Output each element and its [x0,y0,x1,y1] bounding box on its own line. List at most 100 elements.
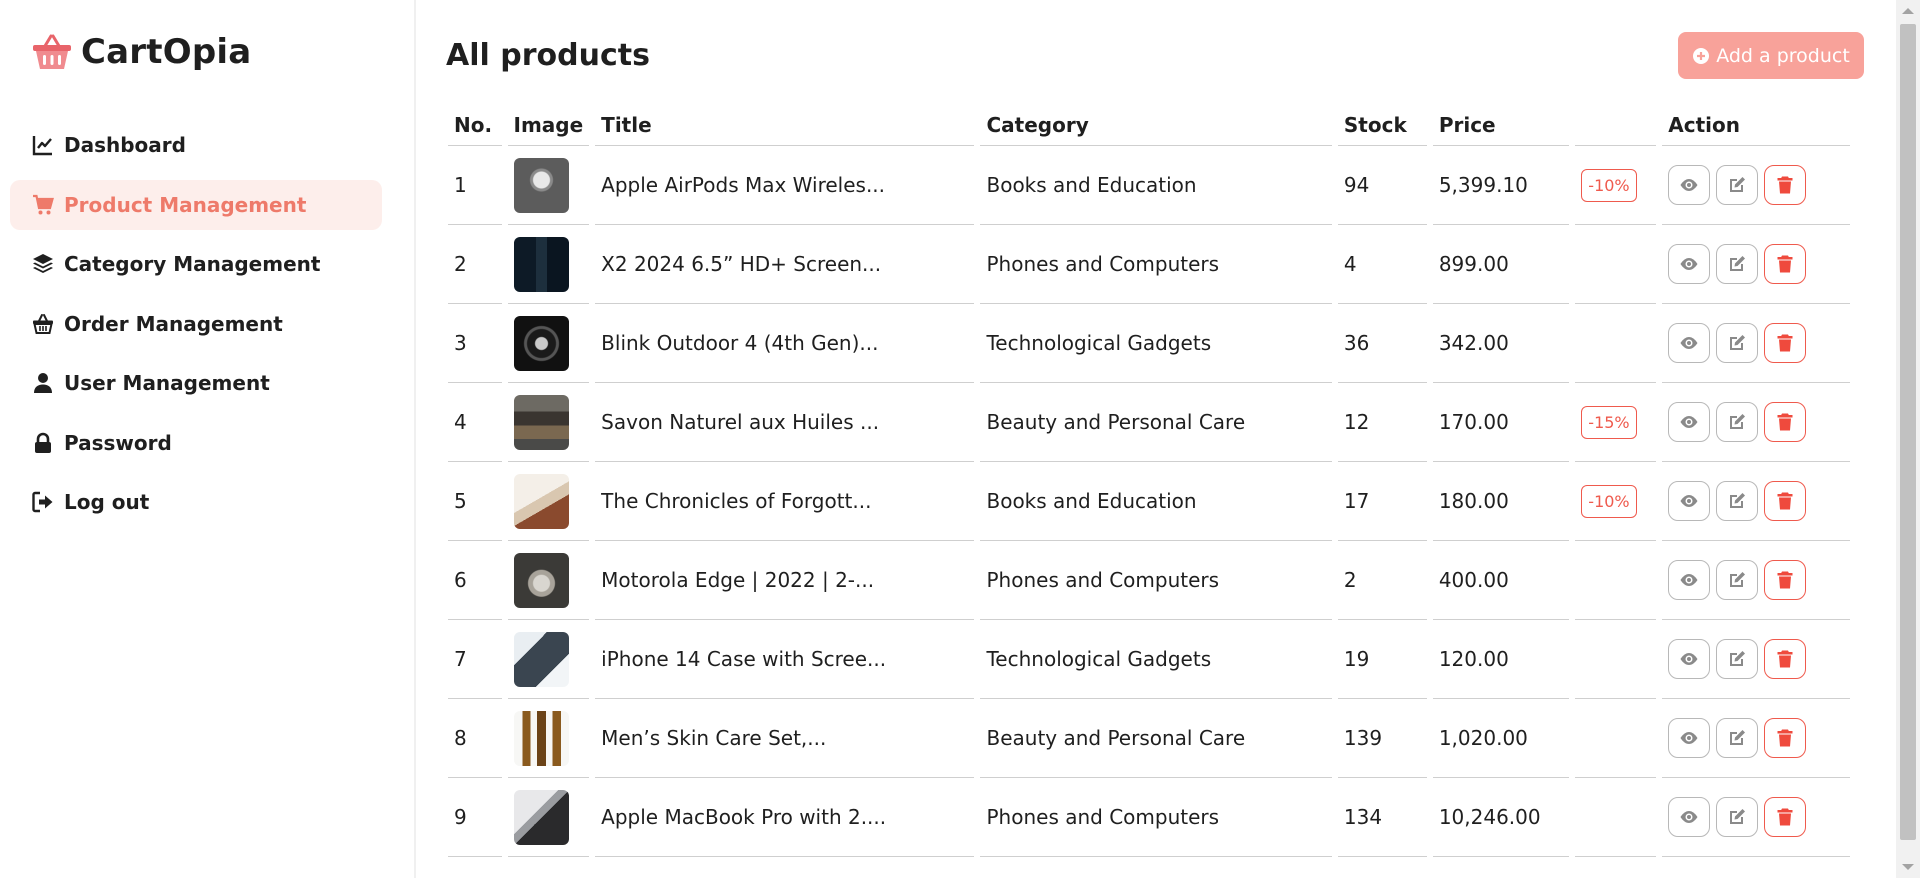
product-category: Phones and Computers [980,541,1332,620]
table-row: 5 The Chronicles of Forgott... Books and… [448,462,1850,541]
product-price: 5,399.10 [1432,146,1570,225]
edit-button[interactable] [1716,560,1759,600]
product-stock: 12 [1337,383,1427,462]
edit-icon [1727,254,1747,274]
product-actions [1662,383,1850,462]
product-thumbnail [513,473,569,529]
scrollbar-thumb[interactable] [1900,24,1916,840]
edit-button[interactable] [1716,244,1759,284]
view-button[interactable] [1668,560,1711,600]
delete-button[interactable] [1764,639,1807,679]
sidebar-item-order-management[interactable]: Order Management [10,299,382,349]
product-title: X2 2024 6.5” HD+ Screen... [595,225,975,304]
product-stock: 36 [1337,304,1427,383]
trash-icon [1775,807,1795,827]
column-header-image: Image [507,105,590,146]
view-button[interactable] [1668,718,1711,758]
product-price: 180.00 [1432,462,1570,541]
product-stock: 19 [1337,620,1427,699]
table-row: 8 Men’s Skin Care Set,... Beauty and Per… [448,699,1850,778]
product-thumbnail [513,157,569,213]
vertical-scrollbar[interactable] [1896,0,1920,878]
column-header-title: Title [595,105,975,146]
view-button[interactable] [1668,481,1711,521]
trash-icon [1775,254,1795,274]
edit-button[interactable] [1716,481,1759,521]
page-title: All products [446,38,650,73]
product-thumbnail [513,394,569,450]
discount-badge: -10% [1581,484,1637,518]
edit-button[interactable] [1716,718,1759,758]
product-title: Blink Outdoor 4 (4th Gen)... [595,304,975,383]
discount-badge: -15% [1581,405,1637,439]
action-buttons [1668,718,1850,758]
view-button[interactable] [1668,639,1711,679]
sidebar-item-label: User Management [64,371,270,395]
product-stock: 17 [1337,462,1427,541]
edit-icon [1727,412,1747,432]
eye-icon [1679,728,1699,748]
product-title: Apple MacBook Pro with 2.... [595,778,975,857]
view-button[interactable] [1668,402,1711,442]
product-thumbnail [513,789,569,845]
product-price: 120.00 [1432,620,1570,699]
delete-button[interactable] [1764,797,1807,837]
edit-button[interactable] [1716,165,1759,205]
cart-icon [33,194,54,214]
logo[interactable]: CartOpia [31,32,251,72]
table-row: 7 iPhone 14 Case with Scree... Technolog… [448,620,1850,699]
column-header-action: Action [1662,105,1850,146]
table-header-row: No. Image Title Category Stock Price Act… [448,105,1850,146]
view-button[interactable] [1668,165,1711,205]
edit-button[interactable] [1716,797,1759,837]
add-product-button[interactable]: Add a product [1678,32,1864,79]
view-button[interactable] [1668,244,1711,284]
table-row: 2 X2 2024 6.5” HD+ Screen... Phones and … [448,225,1850,304]
edit-icon [1727,807,1747,827]
edit-button[interactable] [1716,639,1759,679]
product-actions [1662,620,1850,699]
product-discount [1575,778,1657,857]
product-actions [1662,778,1850,857]
edit-button[interactable] [1716,402,1759,442]
scroll-up-arrow-icon[interactable] [1902,8,1914,14]
delete-button[interactable] [1764,323,1807,363]
product-image-cell [507,304,590,383]
product-title: Men’s Skin Care Set,... [595,699,975,778]
delete-button[interactable] [1764,402,1807,442]
delete-button[interactable] [1764,560,1807,600]
sidebar-item-category-management[interactable]: Category Management [10,239,382,289]
trash-icon [1775,649,1795,669]
sidebar-item-user-management[interactable]: User Management [10,358,382,408]
basket-icon [33,313,53,334]
product-title: iPhone 14 Case with Scree... [595,620,975,699]
sidebar-item-label: Order Management [64,311,283,336]
delete-button[interactable] [1764,165,1807,205]
sidebar-item-log-out[interactable]: Log out [10,477,382,527]
product-actions [1662,304,1850,383]
product-price: 1,020.00 [1432,699,1570,778]
product-category: Beauty and Personal Care [980,383,1332,462]
row-number: 3 [448,304,502,383]
product-discount: -10% [1575,146,1657,225]
delete-button[interactable] [1764,244,1807,284]
delete-button[interactable] [1764,718,1807,758]
trash-icon [1775,412,1795,432]
trash-icon [1775,491,1795,511]
product-actions [1662,699,1850,778]
eye-icon [1679,649,1699,669]
product-discount [1575,620,1657,699]
main-content: All products Add a product No. Image Tit… [446,0,1864,878]
delete-button[interactable] [1764,481,1807,521]
product-image-cell [507,541,590,620]
product-price: 170.00 [1432,383,1570,462]
product-actions [1662,541,1850,620]
view-button[interactable] [1668,797,1711,837]
product-actions [1662,225,1850,304]
edit-button[interactable] [1716,323,1759,363]
sidebar-item-product-management[interactable]: Product Management [10,179,382,230]
sidebar-item-password[interactable]: Password [10,418,382,468]
view-button[interactable] [1668,323,1711,363]
sidebar-item-dashboard[interactable]: Dashboard [10,120,382,170]
scroll-down-arrow-icon[interactable] [1902,864,1914,870]
